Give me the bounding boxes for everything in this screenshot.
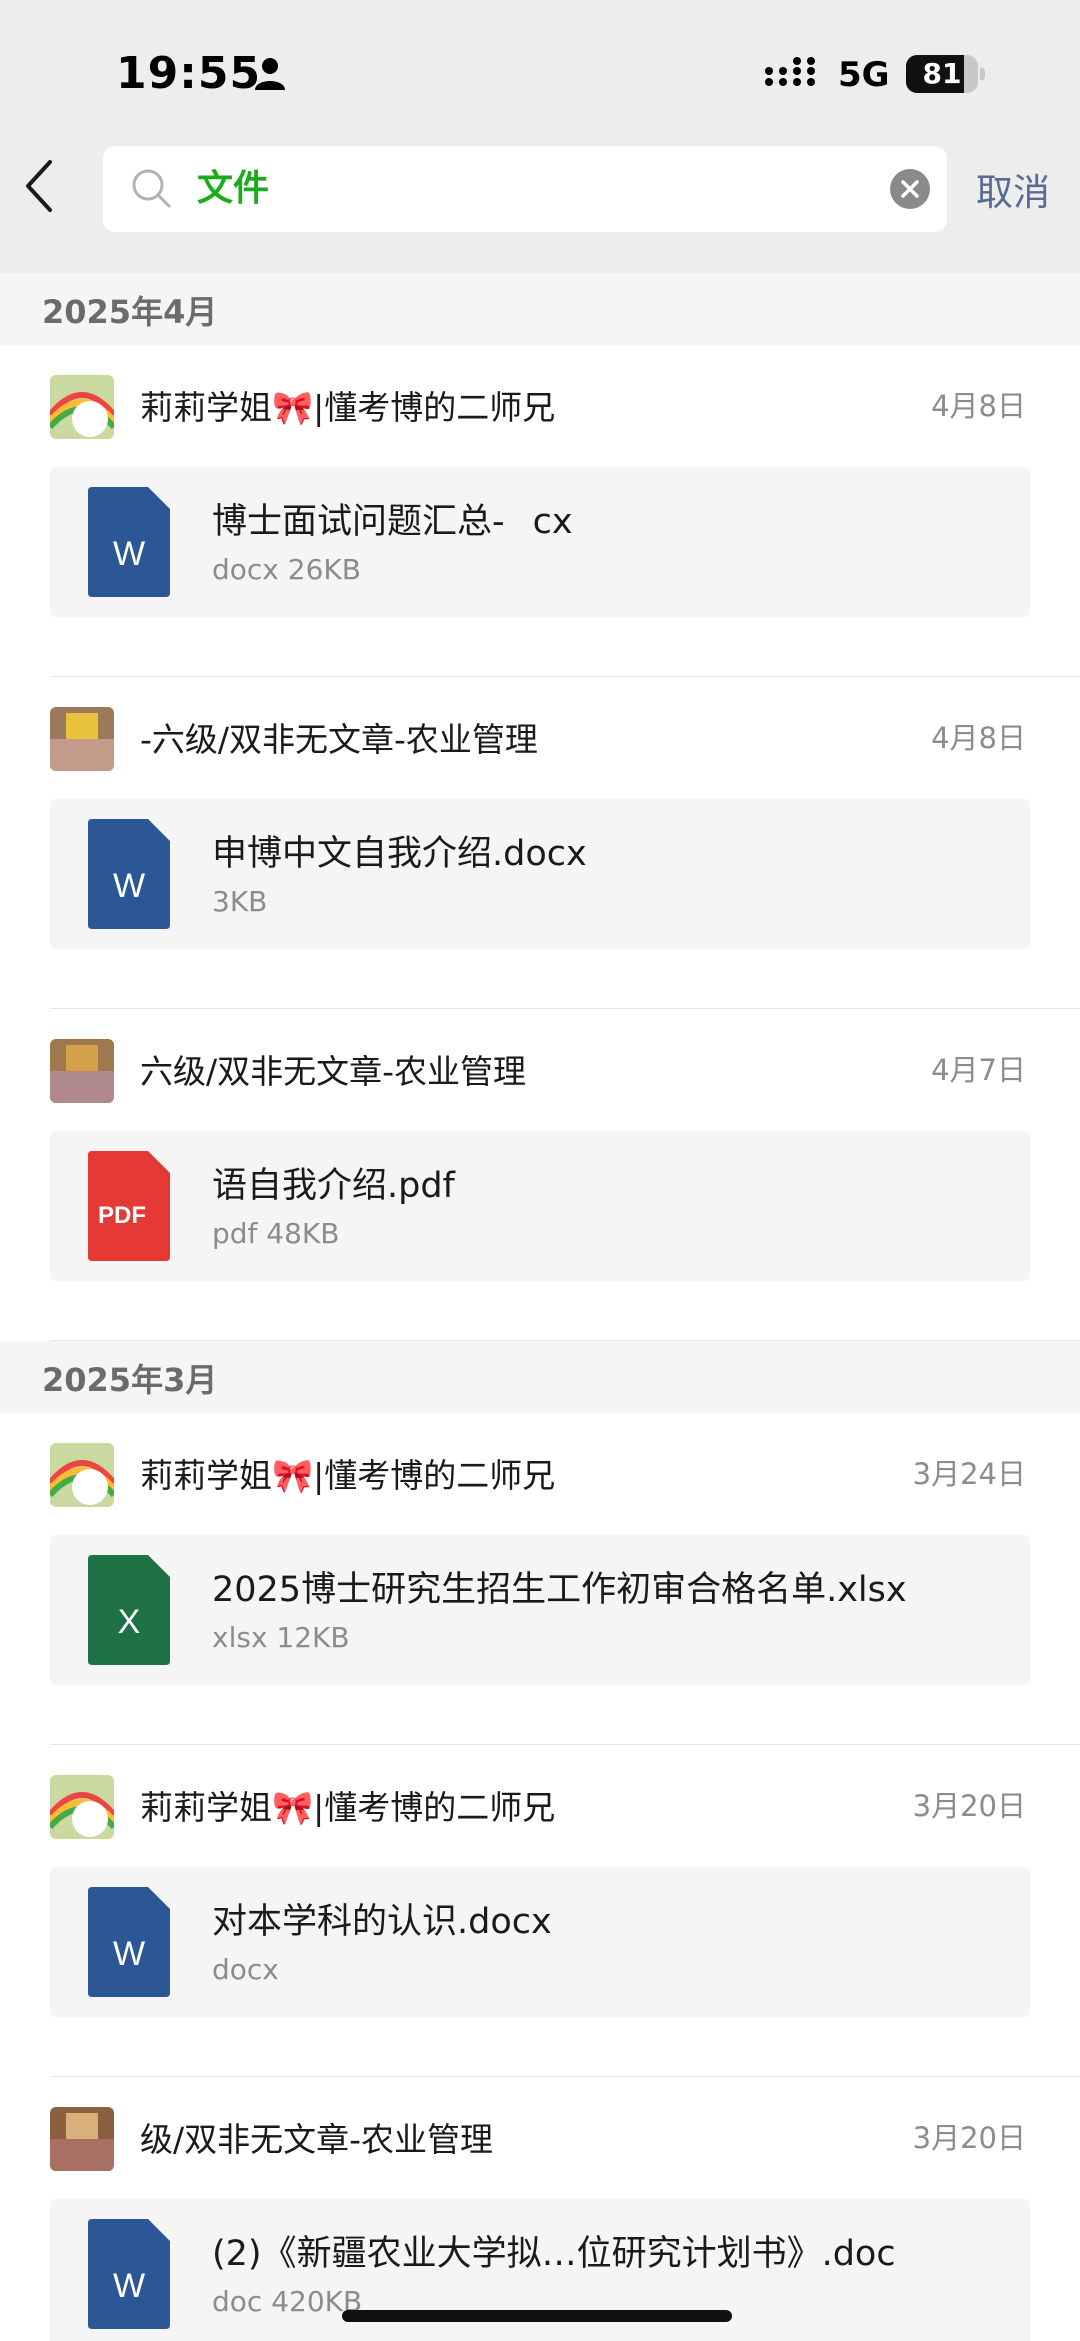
top-bar: 19:55 5G 81 文件 取消 — [0, 0, 1080, 273]
message-date: 3月20日 — [912, 2121, 1026, 2155]
person-icon — [255, 58, 285, 90]
file-name: 申博中文自我介绍.docx — [212, 834, 587, 874]
file-name: 语自我介绍.pdf — [212, 1166, 455, 1206]
sender-name: 莉莉学姐🎀|懂考博的二师兄 — [140, 1788, 556, 1827]
back-arrow-icon[interactable] — [20, 158, 56, 214]
message-date: 4月7日 — [931, 1053, 1026, 1087]
file-meta: doc 420KB — [212, 2285, 363, 2318]
file-meta: pdf 48KB — [212, 1217, 340, 1250]
svg-text:X: X — [118, 1603, 141, 1641]
search-box[interactable]: 文件 — [103, 146, 947, 232]
file-card[interactable]: W 博士面试问题汇总- cx docx 26KB — [50, 467, 1030, 617]
cancel-button[interactable]: 取消 — [976, 162, 1050, 216]
status-time: 19:55 — [116, 48, 262, 99]
month-label: 2025年4月 — [42, 293, 218, 331]
list-item[interactable]: -六级/双非无文章-农业管理 4月8日 W 申博中文自我介绍.docx 3KB — [0, 677, 1080, 1009]
list-item[interactable]: 级/双非无文章-农业管理 3月20日 W (2)《新疆农业大学拟…位研究计划书》… — [0, 2077, 1080, 2341]
file-card[interactable]: PDF 语自我介绍.pdf pdf 48KB — [50, 1131, 1030, 1281]
word-icon: W — [88, 2219, 170, 2329]
svg-text:W: W — [113, 867, 145, 905]
avatar — [50, 1443, 114, 1507]
list-item[interactable]: 莉莉学姐🎀|懂考博的二师兄 3月20日 W 对本学科的认识.docx docx — [0, 1745, 1080, 2077]
search-input[interactable]: 文件 — [197, 146, 269, 232]
avatar — [50, 2107, 114, 2171]
file-card[interactable]: W 申博中文自我介绍.docx 3KB — [50, 799, 1030, 949]
pdf-icon: PDF — [88, 1151, 170, 1261]
file-name: 博士面试问题汇总- cx — [212, 502, 573, 542]
file-name: (2)《新疆农业大学拟…位研究计划书》.doc — [212, 2234, 896, 2274]
sender-name: -六级/双非无文章-农业管理 — [140, 720, 538, 759]
clear-icon[interactable] — [889, 168, 931, 210]
word-icon: W — [88, 1887, 170, 1997]
search-icon — [132, 169, 171, 208]
word-icon: W — [88, 819, 170, 929]
avatar — [50, 375, 114, 439]
excel-icon: X — [88, 1555, 170, 1665]
avatar — [50, 707, 114, 771]
month-header-april: 2025年4月 — [0, 273, 1080, 345]
list-item[interactable]: 莉莉学姐🎀|懂考博的二师兄 4月8日 W 博士面试问题汇总- cx docx 2… — [0, 345, 1080, 677]
sender-name: 六级/双非无文章-农业管理 — [140, 1052, 527, 1091]
sender-name: 莉莉学姐🎀|懂考博的二师兄 — [140, 388, 556, 427]
avatar — [50, 1039, 114, 1103]
file-meta: xlsx 12KB — [212, 1621, 350, 1654]
svg-text:W: W — [113, 535, 145, 573]
message-date: 4月8日 — [931, 389, 1026, 423]
home-indicator[interactable] — [342, 2310, 732, 2322]
file-name: 对本学科的认识.docx — [212, 1902, 552, 1942]
list-item[interactable]: 莉莉学姐🎀|懂考博的二师兄 3月24日 X 2025博士研究生招生工作初审合格名… — [0, 1413, 1080, 1745]
sender-name: 莉莉学姐🎀|懂考博的二师兄 — [140, 1456, 556, 1495]
signal-icon — [765, 57, 815, 86]
month-header-march: 2025年3月 — [0, 1341, 1080, 1413]
battery-text: 81 — [922, 57, 962, 90]
avatar — [50, 1775, 114, 1839]
message-date: 3月24日 — [912, 1457, 1026, 1491]
word-icon: W — [88, 487, 170, 597]
file-meta: docx 26KB — [212, 553, 361, 586]
file-card[interactable]: X 2025博士研究生招生工作初审合格名单.xlsx xlsx 12KB — [50, 1535, 1030, 1685]
svg-text:PDF: PDF — [98, 1202, 146, 1229]
file-meta: docx — [212, 1953, 279, 1986]
network-label: 5G — [838, 55, 890, 95]
list-item[interactable]: 六级/双非无文章-农业管理 4月7日 PDF 语自我介绍.pdf pdf 48K… — [0, 1009, 1080, 1341]
file-card[interactable]: W 对本学科的认识.docx docx — [50, 1867, 1030, 2017]
month-label: 2025年3月 — [42, 1361, 218, 1399]
svg-text:W: W — [113, 2267, 145, 2305]
file-meta: 3KB — [212, 885, 268, 918]
message-date: 3月20日 — [912, 1789, 1026, 1823]
message-date: 4月8日 — [931, 721, 1026, 755]
file-name: 2025博士研究生招生工作初审合格名单.xlsx — [212, 1570, 907, 1610]
sender-name: 级/双非无文章-农业管理 — [140, 2120, 494, 2159]
battery-icon: 81 — [906, 55, 986, 93]
svg-text:W: W — [113, 1935, 145, 1973]
